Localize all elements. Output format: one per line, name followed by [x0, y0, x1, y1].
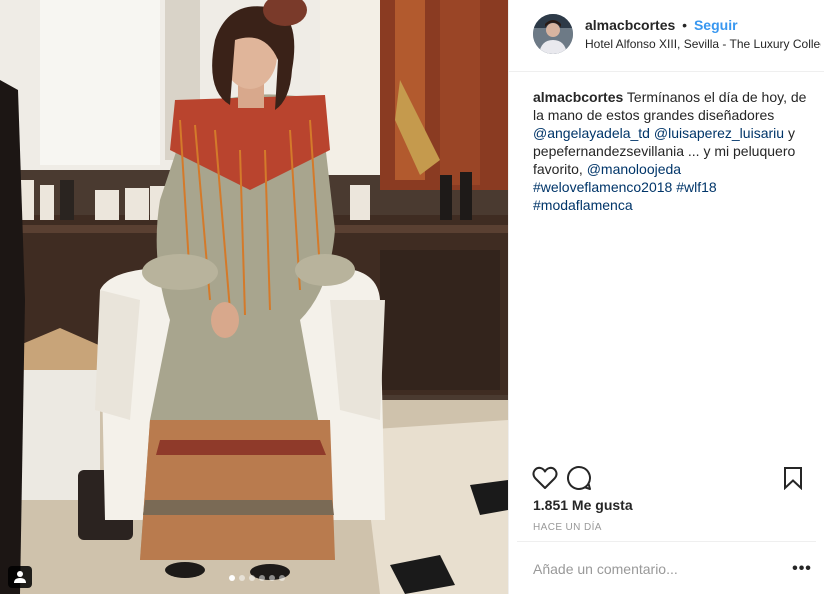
comment-input[interactable] [533, 561, 773, 577]
post-photo[interactable] [0, 0, 508, 594]
heart-icon [532, 466, 558, 489]
separator-dot: • [682, 17, 688, 33]
instagram-post: almacbcortes • Seguir Hotel Alfonso XIII… [0, 0, 824, 594]
caption-text: y [787, 125, 795, 141]
mention-link[interactable]: @angelayadela_td [533, 125, 650, 141]
carousel-dot[interactable] [279, 575, 285, 581]
carousel-indicator [0, 575, 508, 581]
hashtag-link[interactable]: #modaflamenca [533, 197, 633, 213]
comment-button[interactable] [565, 464, 593, 492]
hashtag-link[interactable]: #wlf18 [676, 179, 716, 195]
username-link[interactable]: almacbcortes [585, 17, 675, 33]
like-button[interactable] [531, 464, 559, 492]
carousel-dot[interactable] [239, 575, 245, 581]
carousel-dot[interactable] [259, 575, 265, 581]
hashtag-link[interactable]: #weloveflamenco2018 [533, 179, 672, 195]
mention-link[interactable]: @luisaperez_luisariu [654, 125, 784, 141]
username-row: almacbcortes • Seguir [585, 17, 738, 33]
post-header: almacbcortes • Seguir Hotel Alfonso XIII… [509, 0, 824, 72]
carousel-dot[interactable] [249, 575, 255, 581]
caption-username[interactable]: almacbcortes [533, 89, 623, 105]
post-timestamp[interactable]: HACE UN DÍA [533, 522, 602, 533]
carousel-dot[interactable] [269, 575, 275, 581]
post-caption: almacbcortes Termínanos el día de hoy, d… [533, 88, 813, 214]
post-media[interactable] [0, 0, 508, 594]
bookmark-icon [784, 467, 802, 490]
likes-count[interactable]: 1.851 Me gusta [533, 497, 633, 513]
location-link[interactable]: Hotel Alfonso XIII, Sevilla - The Luxury… [585, 37, 821, 51]
avatar[interactable] [533, 14, 573, 54]
carousel-dot[interactable] [229, 575, 235, 581]
comment-bar: ••• [517, 541, 816, 595]
follow-button[interactable]: Seguir [694, 17, 738, 33]
more-options-icon: ••• [792, 560, 812, 577]
location-text: Hotel Alfonso XIII, Sevilla - The Luxury… [585, 37, 821, 51]
avatar-image [533, 14, 573, 54]
mention-link[interactable]: @manoloojeda [587, 161, 681, 177]
post-sidebar: almacbcortes • Seguir Hotel Alfonso XIII… [508, 0, 824, 594]
more-options-button[interactable]: ••• [790, 557, 814, 581]
post-actions [509, 460, 824, 500]
save-button[interactable] [779, 464, 807, 492]
comment-bubble-icon [567, 465, 591, 490]
